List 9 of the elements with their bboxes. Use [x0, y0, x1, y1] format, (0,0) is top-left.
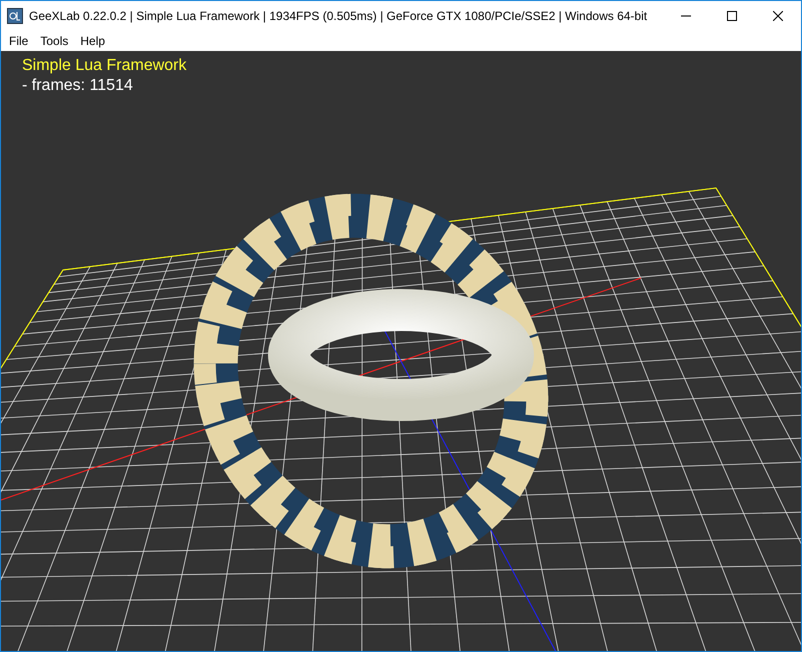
window-title: GeeXLab 0.22.0.2 | Simple Lua Framework | 1934FPS (0.505ms) | GeForce GTX 1080/PCIe/SSE2 | Windows 64-bit — [29, 9, 648, 23]
close-icon — [773, 11, 783, 21]
menu-item[interactable]: Tools — [34, 31, 74, 51]
app-logo-icon — [7, 8, 23, 24]
scene-title: Simple Lua Framework — [22, 56, 186, 76]
frame-counter: - frames: 11514 — [22, 76, 134, 95]
menu-item[interactable]: File — [3, 31, 34, 51]
maximize-icon — [727, 11, 737, 21]
menu-item[interactable]: Help — [74, 31, 112, 51]
